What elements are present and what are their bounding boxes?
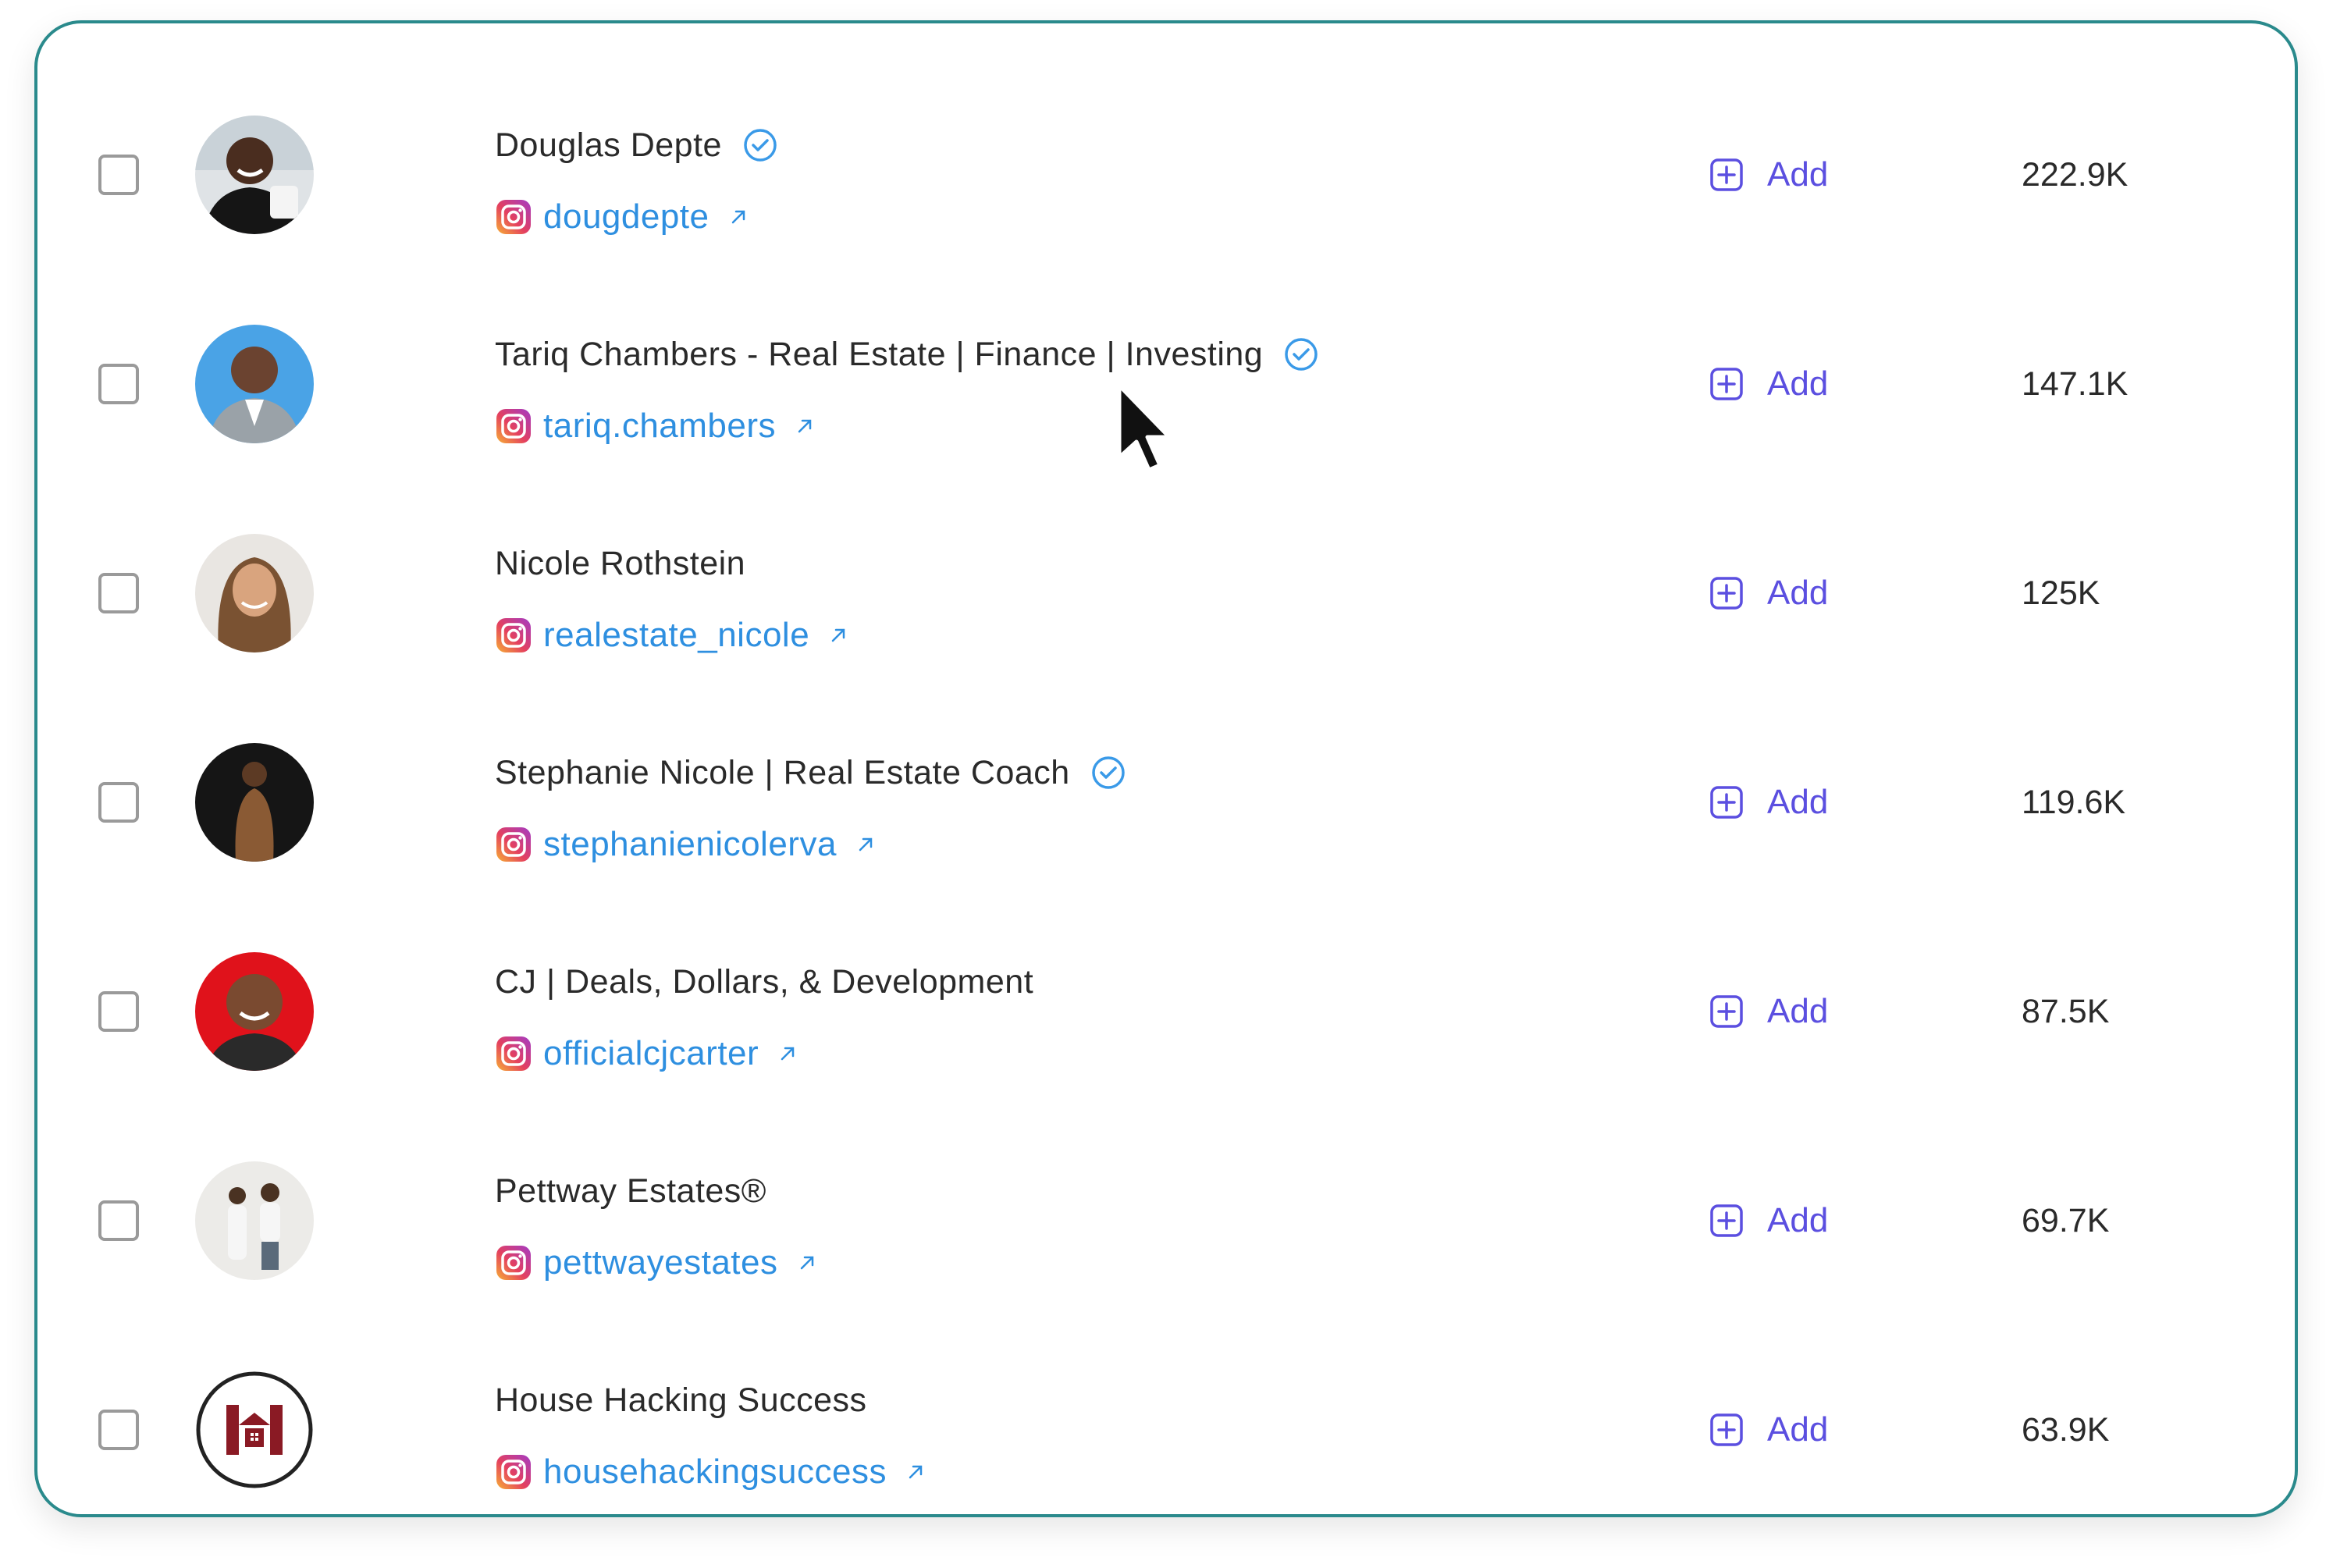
row-checkbox[interactable] — [98, 573, 139, 613]
follower-count: 119.6K — [2022, 784, 2126, 821]
instagram-icon — [496, 1455, 531, 1489]
external-link-icon[interactable] — [797, 1253, 817, 1273]
avatar[interactable] — [195, 743, 314, 862]
add-button[interactable]: Add — [1709, 153, 1828, 197]
add-button[interactable]: Add — [1709, 990, 1828, 1033]
profile-name: Pettway Estates® — [495, 1172, 766, 1210]
external-link-icon[interactable] — [795, 416, 815, 436]
follower-count: 125K — [2022, 574, 2100, 612]
avatar[interactable] — [195, 952, 314, 1071]
profile-name: Nicole Rothstein — [495, 544, 746, 582]
handle-link[interactable]: househackingsuccess — [495, 1449, 926, 1495]
add-button-label: Add — [1767, 783, 1829, 821]
name-line: CJ | Deals, Dollars, & Development — [495, 958, 1033, 1005]
profile-name: Tariq Chambers - Real Estate | Finance |… — [495, 335, 1264, 373]
handle-link[interactable]: dougdepte — [495, 194, 749, 240]
external-link-icon[interactable] — [728, 207, 749, 227]
instagram-icon — [496, 1036, 531, 1071]
external-link-icon[interactable] — [777, 1044, 798, 1064]
list-item: Pettway Estates® pettwayestates Add 69.7… — [37, 1115, 2295, 1324]
instagram-icon — [496, 409, 531, 443]
handle-link[interactable]: tariq.chambers — [495, 403, 815, 450]
row-checkbox[interactable] — [98, 991, 139, 1032]
profile-name: Douglas Depte — [495, 126, 722, 164]
instagram-icon — [496, 1246, 531, 1280]
handle-link[interactable]: pettwayestates — [495, 1239, 817, 1286]
handle-link[interactable]: realestate_nicole — [495, 612, 848, 659]
profile-handle[interactable]: househackingsuccess — [543, 1452, 887, 1492]
add-button-label: Add — [1767, 155, 1829, 194]
row-checkbox[interactable] — [98, 782, 139, 823]
verified-badge-icon — [744, 129, 777, 162]
list-item: CJ | Deals, Dollars, & Development offic… — [37, 905, 2295, 1115]
row-checkbox[interactable] — [98, 364, 139, 404]
profile-handle[interactable]: dougdepte — [543, 197, 710, 236]
plus-square-icon — [1710, 158, 1743, 191]
name-line: Nicole Rothstein — [495, 540, 745, 587]
add-button-label: Add — [1767, 1410, 1829, 1449]
avatar[interactable] — [195, 1371, 314, 1489]
influencer-list-card: Douglas Depte dougdepte Add 222.9K Tariq… — [34, 20, 2298, 1517]
list-item: Douglas Depte dougdepte Add 222.9K — [37, 69, 2295, 278]
row-checkbox[interactable] — [98, 155, 139, 195]
profile-handle[interactable]: pettwayestates — [543, 1243, 778, 1282]
add-button-label: Add — [1767, 364, 1829, 403]
plus-square-icon — [1710, 577, 1743, 610]
external-link-icon[interactable] — [828, 625, 848, 645]
profile-name: House Hacking Success — [495, 1381, 867, 1419]
add-button-label: Add — [1767, 1201, 1829, 1239]
follower-count: 147.1K — [2022, 365, 2129, 403]
follower-count: 63.9K — [2022, 1411, 2110, 1449]
name-line: Douglas Depte — [495, 122, 778, 169]
add-button-label: Add — [1767, 992, 1829, 1030]
profile-handle[interactable]: officialcjcarter — [543, 1034, 759, 1073]
avatar[interactable] — [195, 534, 314, 652]
instagram-icon — [496, 827, 531, 862]
external-link-icon[interactable] — [905, 1462, 926, 1482]
instagram-icon — [496, 200, 531, 234]
instagram-icon — [496, 618, 531, 652]
add-button[interactable]: Add — [1709, 362, 1828, 406]
verified-badge-icon — [1091, 756, 1125, 789]
name-line: Pettway Estates® — [495, 1168, 766, 1214]
avatar[interactable] — [195, 325, 314, 443]
list-item: Nicole Rothstein realestate_nicole Add 1… — [37, 487, 2295, 696]
profile-name: Stephanie Nicole | Real Estate Coach — [495, 753, 1070, 791]
handle-link[interactable]: stephanienicolerva — [495, 821, 876, 868]
profile-handle[interactable]: stephanienicolerva — [543, 825, 837, 864]
plus-square-icon — [1710, 1204, 1743, 1237]
name-line: Tariq Chambers - Real Estate | Finance |… — [495, 331, 1319, 378]
avatar[interactable] — [195, 1161, 314, 1280]
plus-square-icon — [1710, 786, 1743, 819]
follower-count: 222.9K — [2022, 156, 2129, 194]
add-button-label: Add — [1767, 574, 1829, 612]
add-button[interactable]: Add — [1709, 1408, 1828, 1452]
name-line: Stephanie Nicole | Real Estate Coach — [495, 749, 1126, 796]
plus-square-icon — [1710, 1413, 1743, 1446]
add-button[interactable]: Add — [1709, 780, 1828, 824]
follower-count: 69.7K — [2022, 1202, 2110, 1239]
add-button[interactable]: Add — [1709, 1199, 1828, 1243]
follower-count: 87.5K — [2022, 993, 2110, 1030]
plus-square-icon — [1710, 368, 1743, 400]
profile-handle[interactable]: tariq.chambers — [543, 407, 776, 446]
list-item: Tariq Chambers - Real Estate | Finance |… — [37, 278, 2295, 487]
list-item: House Hacking Success househackingsucces… — [37, 1324, 2295, 1514]
handle-link[interactable]: officialcjcarter — [495, 1030, 798, 1077]
external-link-icon[interactable] — [855, 834, 876, 855]
name-line: House Hacking Success — [495, 1377, 867, 1424]
row-checkbox[interactable] — [98, 1200, 139, 1241]
row-checkbox[interactable] — [98, 1410, 139, 1450]
avatar[interactable] — [195, 116, 314, 234]
add-button[interactable]: Add — [1709, 571, 1828, 615]
list-item: Stephanie Nicole | Real Estate Coach ste… — [37, 696, 2295, 905]
plus-square-icon — [1710, 995, 1743, 1028]
profile-handle[interactable]: realestate_nicole — [543, 616, 809, 655]
profile-name: CJ | Deals, Dollars, & Development — [495, 962, 1034, 1001]
verified-badge-icon — [1285, 338, 1318, 371]
